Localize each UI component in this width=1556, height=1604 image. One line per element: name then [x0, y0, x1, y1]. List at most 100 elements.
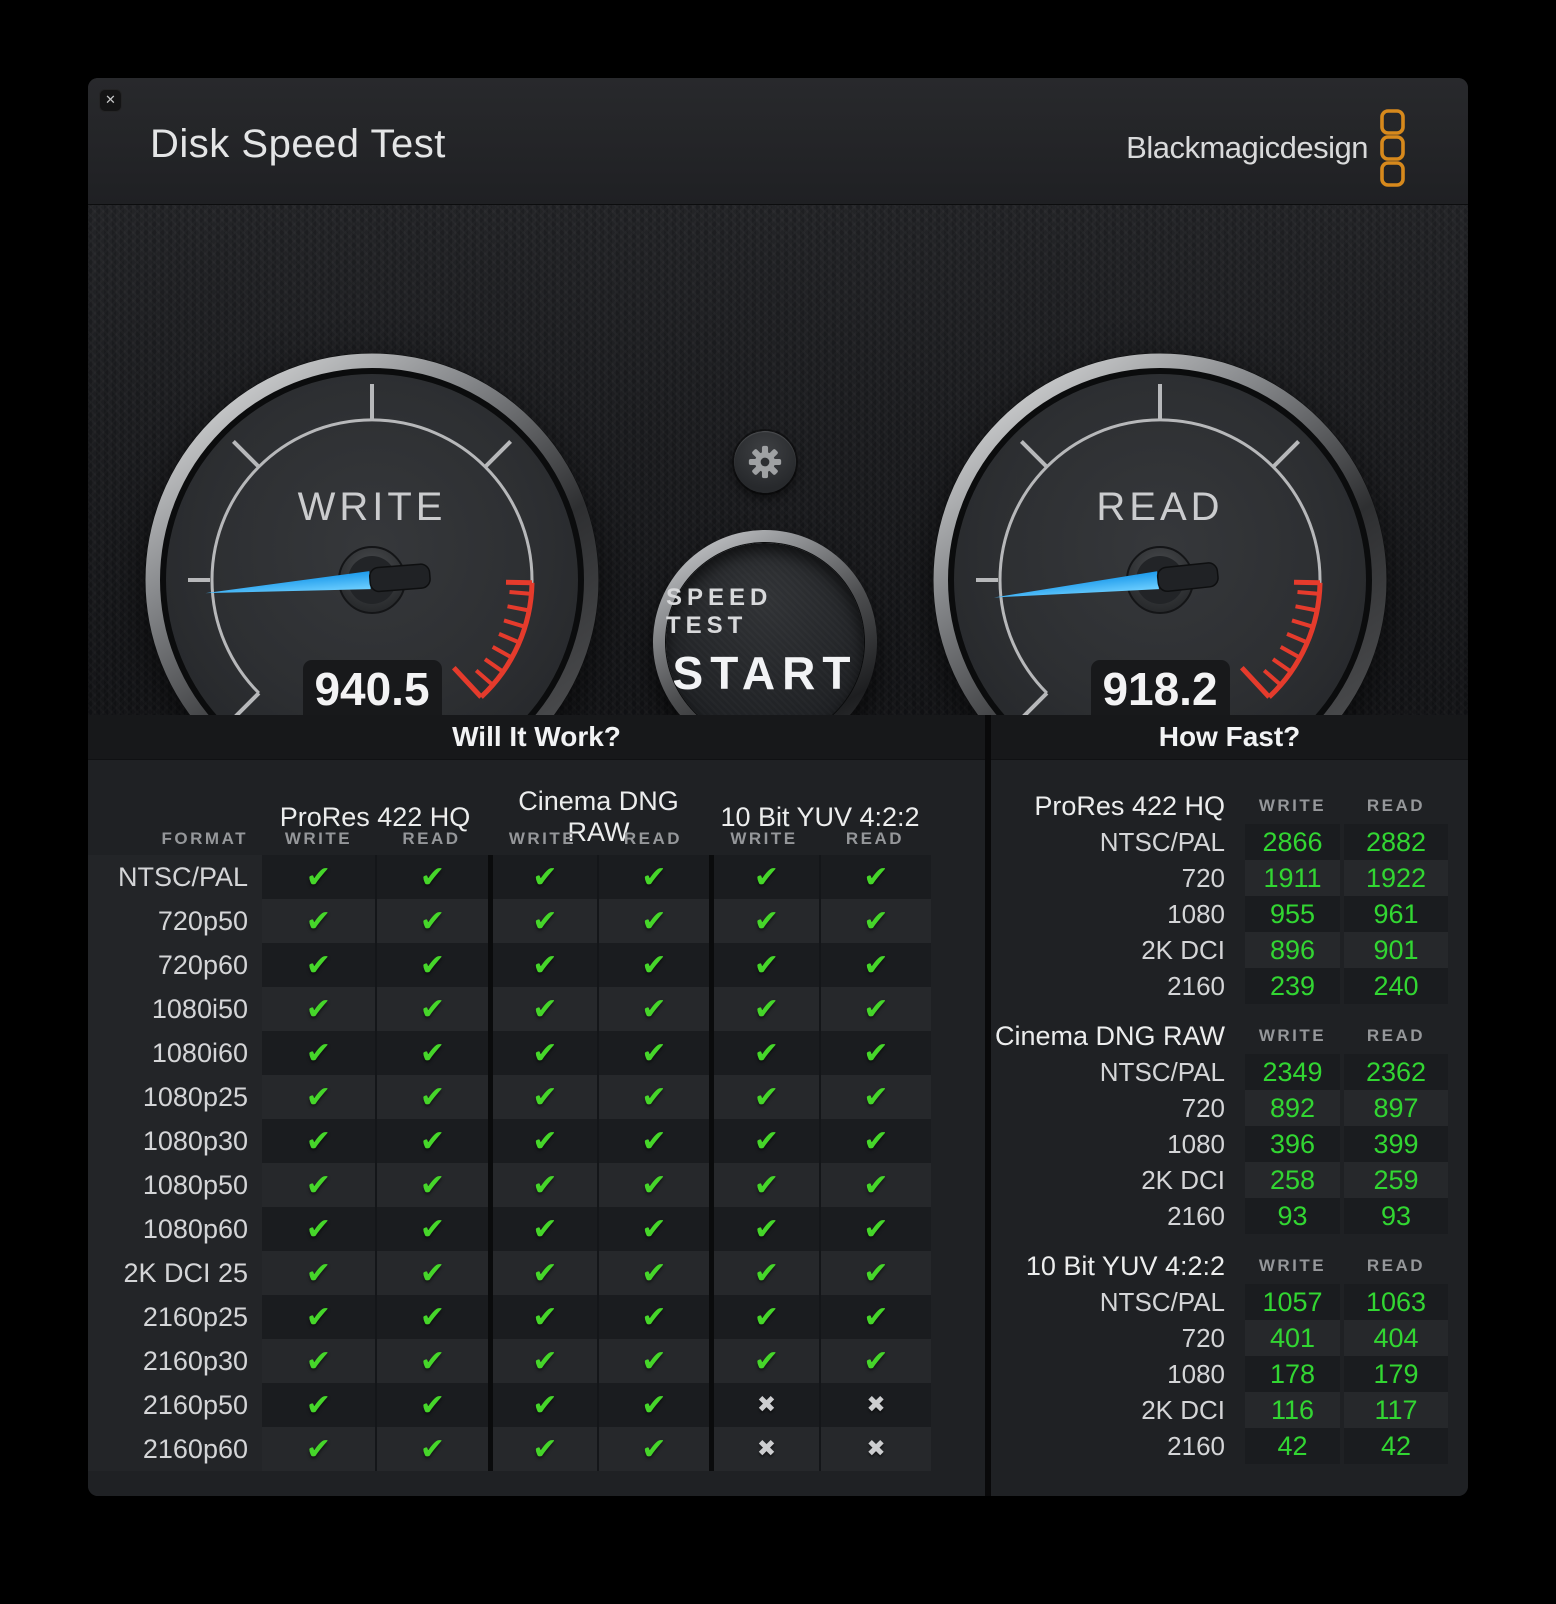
cross-icon: ✖	[756, 1392, 777, 1418]
speed-row: NTSC/PAL 2866 2882	[991, 824, 1468, 860]
write-speed-cell: 42	[1245, 1428, 1340, 1464]
page-title: Disk Speed Test	[150, 122, 446, 166]
result-cell: ✔	[488, 987, 597, 1031]
result-cell: ✔	[262, 855, 375, 899]
format-cell: 1080	[1167, 1359, 1225, 1389]
speed-row: 1080 955 961	[991, 896, 1468, 932]
result-cell: ✔	[597, 1427, 709, 1471]
format-cell: 2K DCI 25	[88, 1251, 262, 1295]
check-icon: ✔	[419, 947, 446, 983]
result-cell: ✖	[709, 1383, 819, 1427]
start-label: START	[672, 647, 858, 699]
result-cell: ✔	[262, 1251, 375, 1295]
write-speed-cell: 116	[1245, 1392, 1340, 1428]
result-cell: ✔	[262, 1075, 375, 1119]
format-cell: 2160	[1167, 1431, 1225, 1461]
result-cell: ✔	[709, 1119, 819, 1163]
read-speed-cell: 399	[1344, 1126, 1448, 1162]
speed-row: 1080 396 399	[991, 1126, 1468, 1162]
result-cell: ✔	[488, 1207, 597, 1251]
write-speed-cell: 2866	[1245, 824, 1340, 860]
gear-icon	[748, 445, 782, 479]
check-icon: ✔	[863, 1035, 889, 1071]
write-speed-cell: 2349	[1245, 1054, 1340, 1090]
check-icon: ✔	[532, 1035, 558, 1071]
check-icon: ✔	[305, 903, 332, 939]
format-row: 1080i50 ✔ ✔ ✔ ✔ ✔ ✔	[88, 987, 985, 1031]
format-row: 1080p60 ✔ ✔ ✔ ✔ ✔ ✔	[88, 1207, 985, 1251]
check-icon: ✔	[641, 1123, 667, 1159]
app-window: ✕ Disk Speed Test Blackmagicdesign WRITE…	[88, 78, 1468, 1496]
result-cell: ✔	[709, 987, 819, 1031]
brand-logo: Blackmagicdesign	[1126, 108, 1408, 188]
check-icon: ✔	[641, 903, 667, 939]
speed-row: 2160 42 42	[991, 1428, 1468, 1464]
check-icon: ✔	[419, 1035, 446, 1071]
close-button[interactable]: ✕	[99, 89, 122, 112]
cross-icon: ✖	[756, 1436, 777, 1462]
format-row: 2160p50 ✔ ✔ ✔ ✔ ✖ ✖	[88, 1383, 985, 1427]
read-speed-cell: 897	[1344, 1090, 1448, 1126]
result-cell: ✔	[597, 1251, 709, 1295]
result-cell: ✔	[709, 1251, 819, 1295]
result-cell: ✔	[262, 1427, 375, 1471]
check-icon: ✔	[753, 1255, 780, 1291]
speed-row: 720 1911 1922	[991, 860, 1468, 896]
format-row: 1080p25 ✔ ✔ ✔ ✔ ✔ ✔	[88, 1075, 985, 1119]
result-cell: ✔	[597, 1339, 709, 1383]
blackmagic-logo-icon	[1380, 109, 1405, 187]
result-cell: ✔	[819, 1119, 931, 1163]
check-icon: ✔	[753, 1299, 780, 1335]
check-icon: ✔	[863, 1123, 889, 1159]
format-row: 2160p25 ✔ ✔ ✔ ✔ ✔ ✔	[88, 1295, 985, 1339]
format-column-header: FORMAT	[161, 828, 248, 848]
write-speed-cell: 955	[1245, 896, 1340, 932]
result-cell: ✔	[709, 1295, 819, 1339]
format-cell: NTSC/PAL	[1099, 827, 1225, 857]
check-icon: ✔	[305, 1035, 332, 1071]
result-cell: ✔	[375, 855, 488, 899]
result-cell: ✔	[819, 1207, 931, 1251]
check-icon: ✔	[863, 1343, 889, 1379]
format-cell: 2160p25	[88, 1295, 262, 1339]
format-cell: 1080p30	[88, 1119, 262, 1163]
result-cell: ✔	[262, 1031, 375, 1075]
speed-row: 2K DCI 258 259	[991, 1162, 1468, 1198]
check-icon: ✔	[641, 1299, 667, 1335]
result-cell: ✔	[488, 943, 597, 987]
check-icon: ✔	[532, 1387, 558, 1423]
format-cell: 1080i50	[88, 987, 262, 1031]
settings-button[interactable]	[734, 431, 796, 493]
write-column-header: WRITE	[1258, 796, 1327, 815]
check-icon: ✔	[753, 1343, 780, 1379]
how-fast-groups: ProRes 422 HQ WRITE READ NTSC/PAL 2866 2882 72…	[991, 788, 1468, 1464]
check-icon: ✔	[305, 947, 332, 983]
result-cell: ✔	[709, 943, 819, 987]
write-speed-cell: 896	[1245, 932, 1340, 968]
check-icon: ✔	[532, 1299, 558, 1335]
check-icon: ✔	[641, 1035, 667, 1071]
result-cell: ✔	[375, 1427, 488, 1471]
result-cell: ✔	[488, 1119, 597, 1163]
check-icon: ✔	[753, 1079, 780, 1115]
result-cell: ✔	[819, 1251, 931, 1295]
result-cell: ✔	[262, 987, 375, 1031]
result-cell: ✔	[597, 987, 709, 1031]
will-it-work-panel: Will It Work? ProRes 422 HQ Cinema DNG R…	[88, 715, 985, 1496]
check-icon: ✔	[419, 1167, 446, 1203]
write-column-header: WRITE	[1258, 1026, 1327, 1045]
result-cell: ✔	[375, 987, 488, 1031]
check-icon: ✔	[532, 947, 558, 983]
will-it-work-title: Will It Work?	[88, 715, 985, 760]
read-column-header: READ	[845, 828, 905, 848]
start-button-face: SPEED TEST START	[666, 543, 864, 741]
check-icon: ✔	[305, 1431, 332, 1467]
result-cell: ✔	[819, 1163, 931, 1207]
result-cell: ✔	[375, 1119, 488, 1163]
check-icon: ✔	[305, 1255, 332, 1291]
result-cell: ✔	[488, 1295, 597, 1339]
check-icon: ✔	[419, 859, 446, 895]
format-cell: 720	[1181, 1093, 1225, 1123]
speed-row: 2160 239 240	[991, 968, 1468, 1004]
check-icon: ✔	[419, 1079, 446, 1115]
